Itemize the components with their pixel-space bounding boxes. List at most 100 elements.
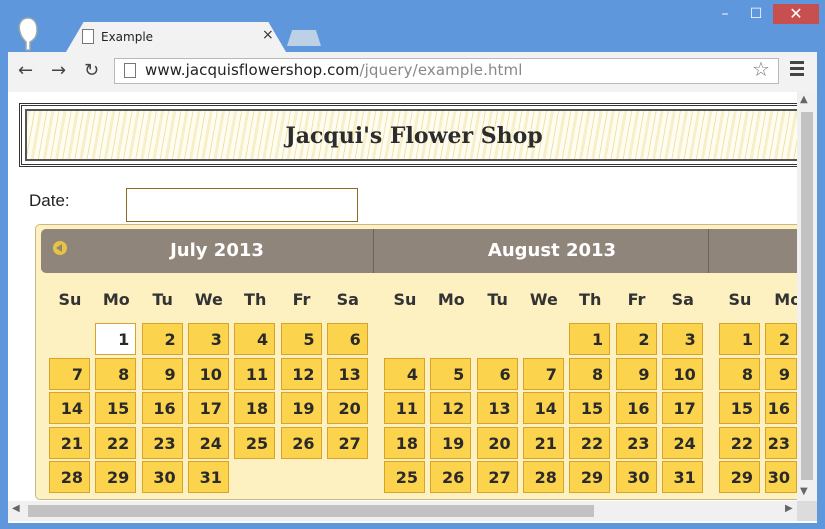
maximize-button[interactable]: ☐ (743, 4, 769, 24)
calendar-day[interactable]: 24 (661, 426, 703, 459)
calendar-day[interactable]: 28 (49, 461, 90, 493)
calendar-day[interactable]: 16 (765, 392, 797, 424)
calendar-day[interactable]: 13 (476, 392, 518, 424)
calendar-day[interactable]: 29 (95, 461, 137, 493)
calendar-day[interactable]: 20 (476, 426, 518, 459)
calendar-day[interactable]: 21 (49, 426, 90, 459)
new-tab-button[interactable] (287, 30, 321, 46)
day-of-week-label: Mo (774, 290, 797, 309)
calendar-day[interactable]: 18 (234, 392, 276, 424)
bookmark-star-icon[interactable]: ☆ (752, 57, 770, 81)
scroll-right-icon[interactable]: ▶ (785, 503, 793, 514)
calendar-day[interactable]: 24 (187, 426, 229, 459)
calendar-day[interactable]: 13 (326, 357, 368, 390)
calendar-day[interactable]: 29 (569, 461, 611, 493)
day-of-week-label: We (194, 290, 223, 309)
calendar-day[interactable]: 10 (661, 357, 703, 390)
tab-close-icon[interactable]: × (262, 27, 274, 43)
calendar-day[interactable]: 8 (719, 357, 760, 390)
calendar-day[interactable]: 3 (187, 323, 229, 355)
calendar-day[interactable]: 9 (141, 357, 183, 390)
scroll-down-icon[interactable]: ▼ (800, 486, 808, 497)
calendar-day[interactable]: 20 (326, 392, 368, 424)
calendar-day[interactable]: 7 (49, 357, 90, 390)
minimize-button[interactable]: – (712, 4, 738, 24)
calendar-day[interactable]: 8 (569, 357, 611, 390)
calendar-day[interactable]: 10 (187, 357, 229, 390)
calendar-day[interactable]: 11 (384, 392, 425, 424)
vertical-scroll-thumb[interactable] (801, 112, 813, 480)
calendar-day[interactable]: 12 (280, 357, 322, 390)
calendar-day[interactable]: 9 (765, 357, 797, 390)
calendar-day[interactable]: 25 (384, 461, 425, 493)
calendar-day[interactable]: 23 (141, 426, 183, 459)
calendar-day[interactable]: 14 (49, 392, 90, 424)
calendar-day[interactable]: 30 (141, 461, 183, 493)
calendar-day[interactable]: 11 (234, 357, 276, 390)
prev-month-icon[interactable] (53, 241, 67, 255)
calendar-day[interactable]: 17 (661, 392, 703, 424)
calendar-day[interactable]: 22 (95, 426, 137, 459)
reload-button[interactable]: ↻ (84, 60, 99, 81)
menu-icon[interactable] (790, 61, 804, 77)
tab-example[interactable] (66, 22, 286, 52)
calendar-day[interactable]: 6 (476, 357, 518, 390)
horizontal-scroll-thumb[interactable] (28, 505, 594, 517)
calendar-day[interactable]: 18 (384, 426, 425, 459)
calendar-day[interactable]: 30 (615, 461, 657, 493)
day-of-week-label: Tu (152, 290, 173, 309)
calendar-day[interactable]: 27 (476, 461, 518, 493)
forward-button[interactable]: → (51, 60, 66, 81)
scroll-up-icon[interactable]: ▲ (800, 94, 808, 105)
calendar-day[interactable]: 1 (719, 323, 760, 355)
calendar-day[interactable]: 7 (522, 357, 564, 390)
calendar-day[interactable]: 26 (430, 461, 472, 493)
calendar-day[interactable]: 22 (719, 426, 760, 459)
calendar-day[interactable]: 19 (280, 392, 322, 424)
calendar-day[interactable]: 28 (522, 461, 564, 493)
calendar-day[interactable]: 2 (141, 323, 183, 355)
calendar-day[interactable]: 4 (234, 323, 276, 355)
calendar-day[interactable]: 27 (326, 426, 368, 459)
calendar-day[interactable]: 16 (615, 392, 657, 424)
calendar-day[interactable]: 29 (719, 461, 760, 493)
profile-avatar-icon[interactable] (10, 14, 46, 54)
calendar-day[interactable]: 1 (95, 323, 137, 355)
url-path: /jquery/example.html (359, 61, 523, 79)
back-button[interactable]: ← (18, 60, 33, 81)
calendar-day[interactable]: 22 (569, 426, 611, 459)
close-window-button[interactable]: ✕ (773, 4, 819, 24)
calendar-day[interactable]: 12 (430, 392, 472, 424)
date-input[interactable] (126, 188, 358, 222)
calendar-day[interactable]: 30 (765, 461, 797, 493)
day-of-week-label: Tu (487, 290, 508, 309)
calendar-day[interactable]: 6 (326, 323, 368, 355)
calendar-day[interactable]: 31 (661, 461, 703, 493)
calendar-day[interactable]: 2 (615, 323, 657, 355)
calendar-day[interactable]: 8 (95, 357, 137, 390)
calendar-day[interactable]: 15 (569, 392, 611, 424)
calendar-day[interactable]: 16 (141, 392, 183, 424)
calendar-day[interactable]: 23 (765, 426, 797, 459)
calendar-day[interactable]: 1 (569, 323, 611, 355)
calendar-day[interactable]: 5 (280, 323, 322, 355)
calendar-day[interactable]: 9 (615, 357, 657, 390)
calendar-day[interactable]: 19 (430, 426, 472, 459)
calendar-day[interactable]: 14 (522, 392, 564, 424)
calendar-day[interactable]: 23 (615, 426, 657, 459)
calendar-day[interactable]: 3 (661, 323, 703, 355)
day-of-week-label: Su (393, 290, 417, 309)
scroll-left-icon[interactable]: ◀ (12, 503, 20, 514)
calendar-day[interactable]: 25 (234, 426, 276, 459)
day-of-week-label: We (529, 290, 558, 309)
calendar-day[interactable]: 2 (765, 323, 797, 355)
calendar-day[interactable]: 17 (187, 392, 229, 424)
calendar-day[interactable]: 15 (719, 392, 760, 424)
calendar-day[interactable]: 15 (95, 392, 137, 424)
calendar-day[interactable]: 26 (280, 426, 322, 459)
url-text[interactable]: www.jacquisflowershop.com/jquery/example… (145, 61, 523, 79)
calendar-day[interactable]: 21 (522, 426, 564, 459)
calendar-day[interactable]: 31 (187, 461, 229, 493)
calendar-day[interactable]: 4 (384, 357, 425, 390)
calendar-day[interactable]: 5 (430, 357, 472, 390)
